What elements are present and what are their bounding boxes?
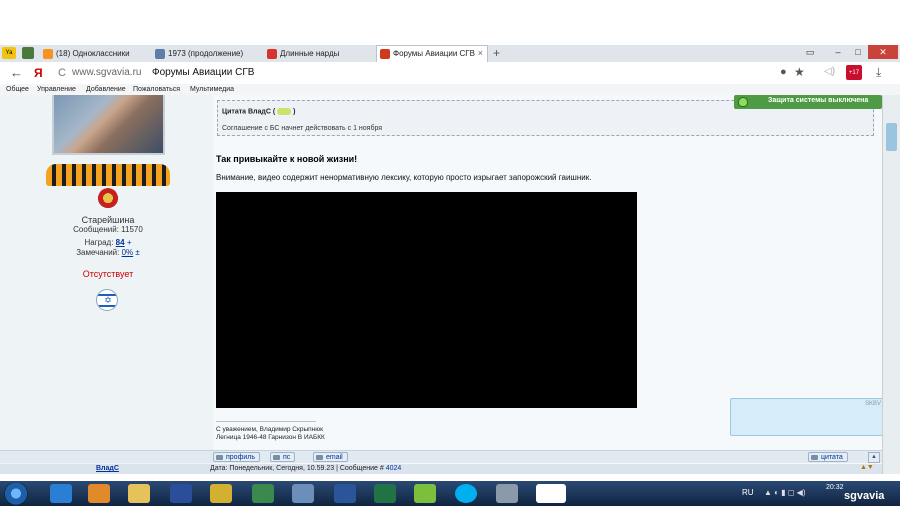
warnings-pm-button[interactable]: ± bbox=[135, 248, 139, 257]
messages-label: Сообщений: bbox=[73, 225, 119, 234]
page-icon bbox=[155, 49, 165, 59]
email-button[interactable]: email bbox=[313, 452, 348, 462]
bookmark-add[interactable]: Добавление bbox=[86, 84, 126, 95]
pm-button[interactable]: пс bbox=[270, 452, 296, 462]
quote-button[interactable]: цитата bbox=[808, 452, 848, 462]
save-icon[interactable] bbox=[170, 484, 192, 503]
tab-bar: Ya (18) Одноклассники 1973 (продолжение)… bbox=[0, 45, 900, 63]
quote-title: Цитата ВладС ( ) bbox=[222, 108, 296, 116]
post-warning: Внимание, видео содержит ненормативную л… bbox=[216, 173, 592, 182]
reload-icon[interactable]: C bbox=[58, 65, 66, 81]
yandex-button[interactable]: Я bbox=[34, 65, 43, 81]
paint-icon[interactable] bbox=[496, 484, 518, 503]
post-number-link[interactable]: 4024 bbox=[386, 465, 402, 472]
skype-icon[interactable] bbox=[455, 484, 477, 503]
language-indicator[interactable]: RU bbox=[742, 488, 754, 497]
post-date: Дата: Понедельник, Сегодня, 10.59.23 | С… bbox=[210, 465, 402, 472]
post-headline: Так привыкайте к новой жизни! bbox=[216, 154, 358, 164]
signature-divider bbox=[216, 421, 316, 422]
forum-content: Старейшина Сообщений: 11570 Наград: 84 +… bbox=[0, 95, 882, 474]
pencil-icon[interactable] bbox=[210, 484, 232, 503]
close-window-button[interactable]: ✕ bbox=[868, 45, 898, 59]
protection-badge-text: Защита системы выключена bbox=[768, 97, 869, 104]
lightbulb-icon[interactable]: ● bbox=[780, 66, 787, 78]
backgammon-icon bbox=[267, 49, 277, 59]
scrollbar-thumb[interactable] bbox=[886, 123, 897, 151]
start-button[interactable] bbox=[4, 482, 28, 505]
profile-button[interactable]: профиль bbox=[213, 452, 260, 462]
tray-icons[interactable]: ▲ ◐ ▮ ◻ ◀) bbox=[764, 488, 806, 497]
floating-popup[interactable]: SKBV bbox=[730, 398, 882, 436]
new-tab-button[interactable]: + bbox=[493, 45, 500, 61]
browser-logo-icon[interactable]: Ya bbox=[2, 47, 16, 59]
back-button[interactable]: ← bbox=[10, 65, 23, 81]
tab-backgammon[interactable]: Длинные нарды bbox=[264, 46, 372, 61]
israel-flag-icon: ✡ bbox=[96, 289, 118, 311]
author-sidebar: Старейшина Сообщений: 11570 Наград: 84 +… bbox=[0, 95, 212, 474]
globe-icon[interactable] bbox=[252, 484, 274, 503]
author-name-link[interactable]: ВладС bbox=[96, 465, 119, 472]
tab-1973[interactable]: 1973 (продолжение) bbox=[152, 46, 260, 61]
awards-row: Наград: 84 + bbox=[0, 238, 216, 247]
minimize-button[interactable]: – bbox=[828, 45, 848, 59]
post-actions-bar: профиль пс email цитата ▲ bbox=[0, 450, 882, 463]
close-tab-icon[interactable]: × bbox=[478, 46, 483, 61]
awards-plus-button[interactable]: + bbox=[127, 238, 132, 247]
warnings-value[interactable]: 0% bbox=[122, 248, 134, 257]
post-footer: ВладС Дата: Понедельник, Сегодня, 10.59.… bbox=[0, 464, 882, 474]
game-icon[interactable] bbox=[414, 484, 436, 503]
scroll-top-icon[interactable]: ▲ bbox=[868, 452, 880, 463]
bookmark-manage[interactable]: Управление bbox=[37, 84, 76, 95]
signature-line2: Легница 1946-48 Гарнизон В ИАБКК bbox=[216, 434, 325, 441]
clock[interactable]: 20:32 bbox=[826, 484, 844, 491]
tab-odnoklassniki[interactable]: (18) Одноклассники bbox=[40, 46, 148, 61]
video-player[interactable] bbox=[216, 192, 637, 408]
shield-icon bbox=[738, 97, 748, 107]
tabs-list-icon[interactable]: ▭ bbox=[800, 45, 820, 59]
messages-count: Сообщений: 11570 bbox=[0, 225, 216, 234]
mail-icon[interactable] bbox=[292, 484, 314, 503]
url-field[interactable]: www.sgvavia.ru bbox=[72, 67, 141, 78]
rank-label: Старейшина bbox=[81, 215, 135, 225]
excel-icon[interactable] bbox=[374, 484, 396, 503]
address-bar-row: ← Я C www.sgvavia.ru Форумы Авиации СГВ … bbox=[0, 62, 900, 85]
ribbon-icon bbox=[46, 164, 170, 186]
quote-text: Соглашение с БС начнет действовать с 1 н… bbox=[222, 125, 383, 132]
warnings-row: Замечаний: 0% ± bbox=[0, 248, 216, 257]
warnings-label: Замечаний: bbox=[76, 248, 120, 257]
popup-label: SKBV bbox=[864, 401, 881, 407]
windows-taskbar: RU ▲ ◐ ▮ ◻ ◀) 20:32 sgvavia bbox=[0, 481, 900, 506]
quote-link-icon[interactable] bbox=[277, 108, 292, 115]
media-player-icon[interactable] bbox=[88, 484, 110, 503]
bookmark-multimedia[interactable]: Мультимедиа bbox=[190, 84, 234, 95]
plane-icon bbox=[380, 49, 390, 59]
odnoklassniki-icon bbox=[43, 49, 53, 59]
protection-badge[interactable]: Защита системы выключена bbox=[734, 95, 882, 109]
page-title-text: Форумы Авиации СГВ bbox=[152, 67, 255, 78]
maximize-button[interactable]: □ bbox=[848, 45, 868, 59]
yandex-browser-icon[interactable] bbox=[536, 484, 566, 503]
page-scrollbar[interactable] bbox=[882, 95, 900, 474]
bookmark-general[interactable]: Общее bbox=[6, 84, 29, 95]
explorer-icon[interactable] bbox=[128, 484, 150, 503]
medal-icon bbox=[96, 186, 120, 208]
star-icon[interactable]: ★ bbox=[794, 65, 805, 79]
sound-icon[interactable]: ◁) bbox=[824, 66, 835, 77]
pinned-tab-icon[interactable] bbox=[22, 47, 34, 59]
download-icon[interactable]: ⤓ bbox=[876, 65, 881, 80]
status-badge: Отсутствует bbox=[82, 269, 134, 279]
watermark-text: sgvavia bbox=[844, 490, 885, 502]
awards-value[interactable]: 84 bbox=[116, 238, 125, 247]
word-icon[interactable] bbox=[334, 484, 356, 503]
tab-forums-sgv[interactable]: Форумы Авиации СГВ × bbox=[376, 45, 488, 63]
bookmark-complain[interactable]: Пожаловаться bbox=[133, 84, 180, 95]
awards-label: Наград: bbox=[84, 238, 114, 247]
ie-icon[interactable] bbox=[50, 484, 72, 503]
avatar[interactable] bbox=[52, 95, 165, 155]
messages-value: 11570 bbox=[121, 225, 143, 234]
signature-line1: С уважением, Владимир Скрыпнюк bbox=[216, 426, 323, 433]
thumbs-icons[interactable]: ▲▼ bbox=[860, 464, 874, 471]
mail-badge-count: +17 bbox=[848, 70, 860, 76]
